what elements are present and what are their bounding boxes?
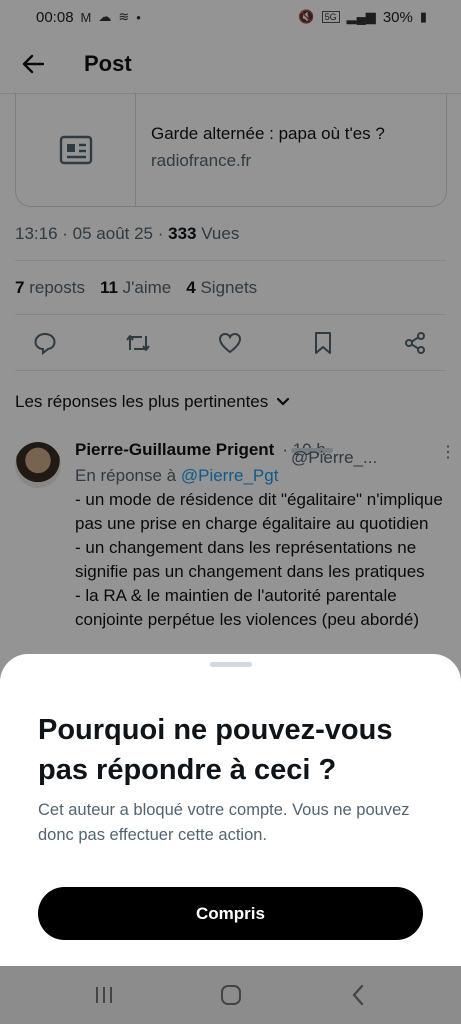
got-it-button[interactable]: Compris [38,887,423,940]
bottom-sheet: Pourquoi ne pouvez-vous pas répondre à c… [0,654,461,966]
sheet-description: Cet auteur a bloqué votre compte. Vous n… [38,801,410,844]
sheet-heading: Pourquoi ne pouvez-vous pas répondre à c… [38,714,393,786]
back-nav-icon[interactable] [338,975,378,1015]
sheet-drag-handle[interactable] [210,662,252,667]
recents-icon[interactable] [84,975,124,1015]
home-icon[interactable] [211,975,251,1015]
system-nav-bar [0,966,461,1024]
